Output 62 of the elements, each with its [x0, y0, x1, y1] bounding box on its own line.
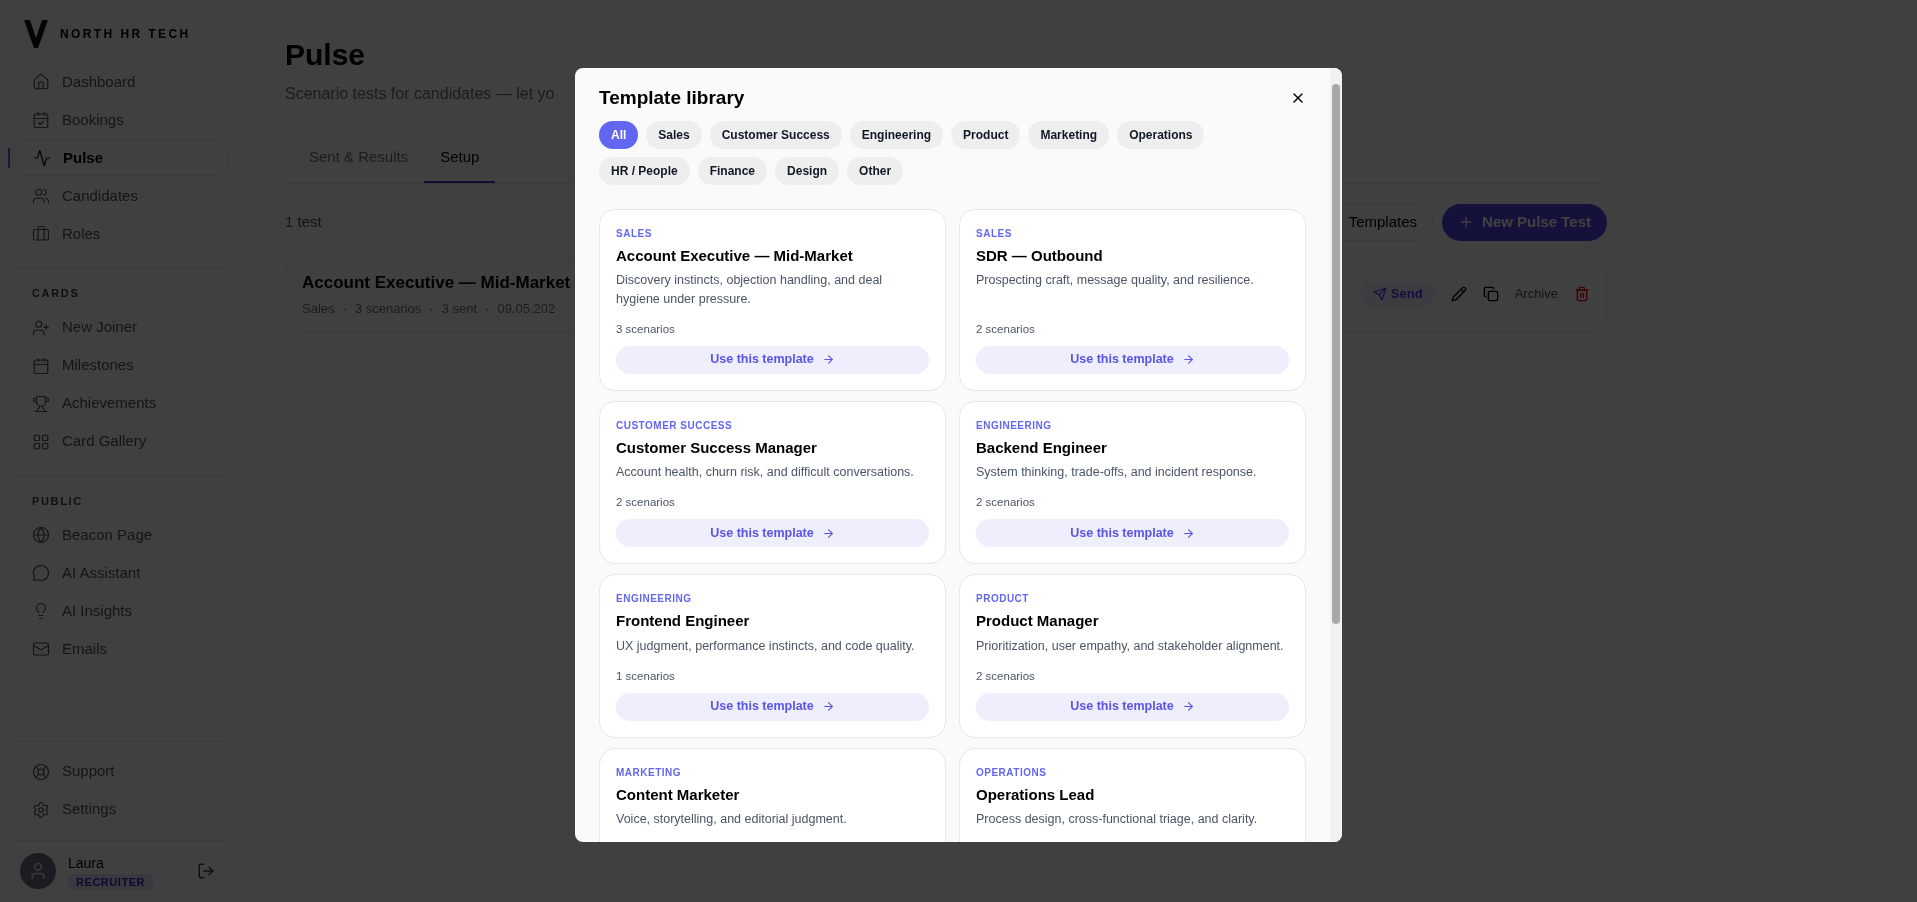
filter-chip[interactable]: Marketing [1028, 120, 1110, 149]
template-description: Prioritization, user empathy, and stakeholder alignment. [976, 637, 1285, 655]
filter-chip[interactable]: Other [847, 156, 904, 185]
filter-chip[interactable]: Product [951, 120, 1021, 149]
template-title: Content Marketer [616, 784, 741, 805]
modal-title: Template library [599, 86, 745, 110]
template-description: Voice, storytelling, and editorial judgment. [616, 811, 848, 829]
filter-chip[interactable]: HR / People [599, 156, 690, 185]
template-description: UX judgment, performance instincts, and code quality. [616, 637, 916, 655]
separator-dot: · [342, 300, 347, 318]
filter-chip[interactable]: Finance [697, 156, 768, 185]
separator-dot: · [429, 300, 434, 318]
scenario-count: 2 scenarios [976, 495, 1036, 510]
use-template-button[interactable]: Use this template [616, 519, 929, 548]
template-category: ENGINEERING [976, 418, 1053, 433]
template-category: SALES [976, 226, 1013, 241]
template-title: SDR — Outbound [976, 245, 1104, 266]
arrow-right-icon [1181, 526, 1195, 540]
template-description: Prospecting craft, message quality, and resilience. [976, 272, 1255, 289]
template-title: Operations Lead [976, 784, 1096, 805]
arrow-right-icon [1181, 700, 1195, 714]
arrow-right-icon [1181, 353, 1195, 367]
use-template-button[interactable]: Use this template [976, 692, 1289, 721]
filter-chip[interactable]: Operations [1117, 120, 1205, 149]
filter-chip[interactable]: Sales [646, 120, 702, 149]
template-title: Account Executive — Mid-Market [616, 245, 854, 266]
template-category: MARKETING [616, 765, 683, 780]
use-template-button[interactable]: Use this template [976, 345, 1289, 374]
filter-chip[interactable]: Design [775, 156, 840, 185]
template-category: PRODUCT [976, 592, 1030, 607]
template-title: Backend Engineer [976, 437, 1108, 458]
page-title: Pulse [285, 40, 367, 70]
arrow-right-icon [821, 526, 835, 540]
use-template-button[interactable]: Use this template [616, 692, 929, 721]
scrollbar[interactable] [1330, 68, 1342, 842]
template-description: Account health, churn risk, and difficult conversations. [616, 464, 915, 482]
template-category: SALES [616, 226, 653, 241]
use-template-button[interactable]: Use this template [616, 345, 929, 374]
scenario-count: 2 scenarios [976, 321, 1036, 337]
separator-dot: · [485, 300, 490, 318]
user-name: Laura [68, 853, 105, 873]
arrow-right-icon [821, 700, 835, 714]
arrow-right-icon [821, 353, 835, 367]
template-title: Frontend Engineer [616, 611, 751, 632]
scenario-count: 2 scenarios [976, 668, 1036, 684]
filter-chip[interactable]: Engineering [849, 120, 944, 149]
scenario-count: 3 scenarios [616, 321, 676, 337]
test-title: Account Executive — Mid-Market [302, 271, 571, 294]
scenario-count: 1 scenarios [616, 668, 676, 684]
template-title: Customer Success Manager [616, 437, 818, 458]
template-title: Product Manager [976, 611, 1100, 632]
template-category: CUSTOMER SUCCESS [616, 418, 734, 433]
scenario-count: 2 scenarios [616, 495, 676, 510]
filter-chip[interactable]: Customer Success [709, 120, 842, 149]
template-description: System thinking, trade-offs, and incident response. [976, 464, 1258, 482]
template-category: OPERATIONS [976, 765, 1048, 780]
template-description: Process design, cross-functional triage, and clarity. [976, 811, 1259, 829]
filter-chip[interactable]: All [599, 120, 639, 149]
brand-name: NORTH HR TECH [60, 26, 191, 43]
template-description: Discovery instincts, objection handling, and deal hygiene under pressure. [616, 272, 884, 308]
use-template-button[interactable]: Use this template [976, 519, 1289, 548]
template-category: ENGINEERING [616, 592, 693, 607]
